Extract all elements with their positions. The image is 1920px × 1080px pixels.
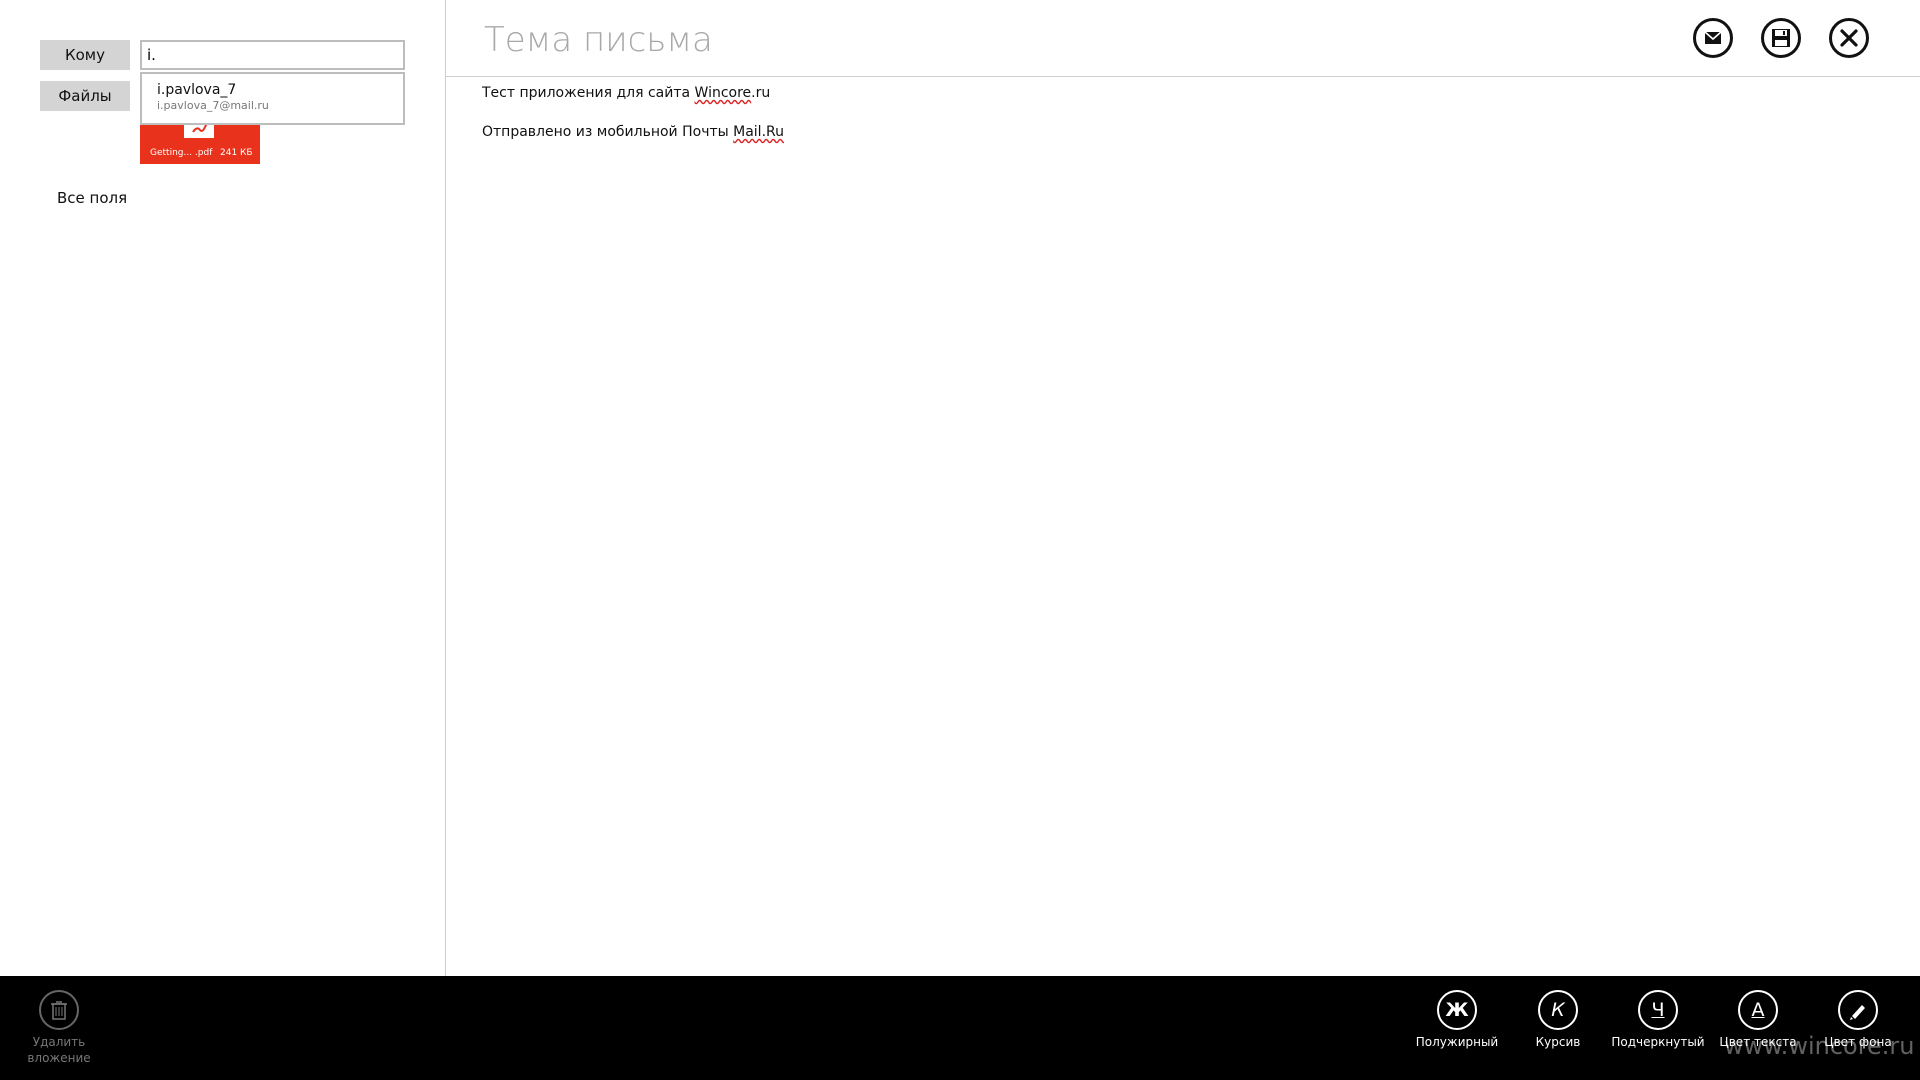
to-button[interactable]: Кому (40, 40, 130, 70)
suggestion-name: i.pavlova_7 (157, 82, 237, 98)
bold-icon: Ж (1437, 990, 1477, 1030)
message-signature[interactable]: Отправлено из мобильной Почты Mail.Ru (482, 123, 784, 141)
subject-input[interactable] (482, 12, 1586, 68)
message-body-line[interactable]: Тест приложения для сайта Wincore.ru (482, 84, 770, 102)
suggestion-email: i.pavlova_7@mail.ru (157, 99, 269, 112)
underline-button[interactable]: Ч Подчеркнутый (1608, 990, 1708, 1051)
body-text: Тест приложения для сайта (482, 85, 695, 101)
text-color-icon: А (1738, 990, 1778, 1030)
attachment-name: Getting... .pdf (150, 148, 213, 158)
contact-suggestion[interactable]: i.pavlova_7 i.pavlova_7@mail.ru (140, 72, 405, 125)
delete-attachment-label: Удалить вложение (27, 1035, 91, 1065)
italic-icon: К (1538, 990, 1578, 1030)
body-text: .ru (751, 85, 771, 101)
background-color-button[interactable]: Цвет фона (1808, 990, 1908, 1051)
trash-icon (39, 990, 79, 1030)
signature-spellcheck-word: Mail.Ru (733, 124, 784, 140)
italic-glyph: К (1551, 999, 1565, 1021)
italic-button[interactable]: К Курсив (1508, 990, 1608, 1051)
envelope-icon (1704, 31, 1722, 44)
underline-label: Подчеркнутый (1611, 1035, 1705, 1049)
floppy-disk-icon (1772, 29, 1790, 47)
signature-text: Отправлено из мобильной Почты (482, 124, 734, 140)
pencil-icon (1838, 990, 1878, 1030)
close-icon (1840, 29, 1858, 47)
attachment-size: 241 КБ (220, 148, 253, 158)
underline-glyph: Ч (1651, 999, 1665, 1021)
files-button[interactable]: Файлы (40, 81, 130, 111)
mail-compose-window: Кому Файлы Getting... .pdf 241 КБ i.pavl… (0, 0, 1920, 1080)
save-draft-button[interactable] (1761, 18, 1801, 58)
text-color-label: Цвет текста (1719, 1035, 1797, 1049)
to-input[interactable] (140, 40, 405, 70)
header-divider (446, 76, 1920, 77)
text-color-button[interactable]: А Цвет текста (1708, 990, 1808, 1051)
background-color-label: Цвет фона (1824, 1035, 1892, 1049)
all-fields-link[interactable]: Все поля (57, 189, 127, 207)
app-bar: Удалить вложение Ж Полужирный К Курсив Ч… (0, 976, 1920, 1080)
message-pane: Тест приложения для сайта Wincore.ru Отп… (446, 0, 1920, 976)
send-button[interactable] (1693, 18, 1733, 58)
bold-label: Полужирный (1415, 1035, 1499, 1049)
bold-button[interactable]: Ж Полужирный (1407, 990, 1507, 1051)
bold-glyph: Ж (1445, 999, 1469, 1021)
text-color-glyph: А (1751, 999, 1765, 1021)
italic-label: Курсив (1535, 1035, 1581, 1049)
underline-icon: Ч (1638, 990, 1678, 1030)
recipients-pane: Кому Файлы Getting... .pdf 241 КБ i.pavl… (0, 0, 446, 976)
body-spellcheck-word: Wincore (694, 85, 752, 101)
delete-attachment-button[interactable]: Удалить вложение (9, 990, 109, 1066)
discard-button[interactable] (1829, 18, 1869, 58)
